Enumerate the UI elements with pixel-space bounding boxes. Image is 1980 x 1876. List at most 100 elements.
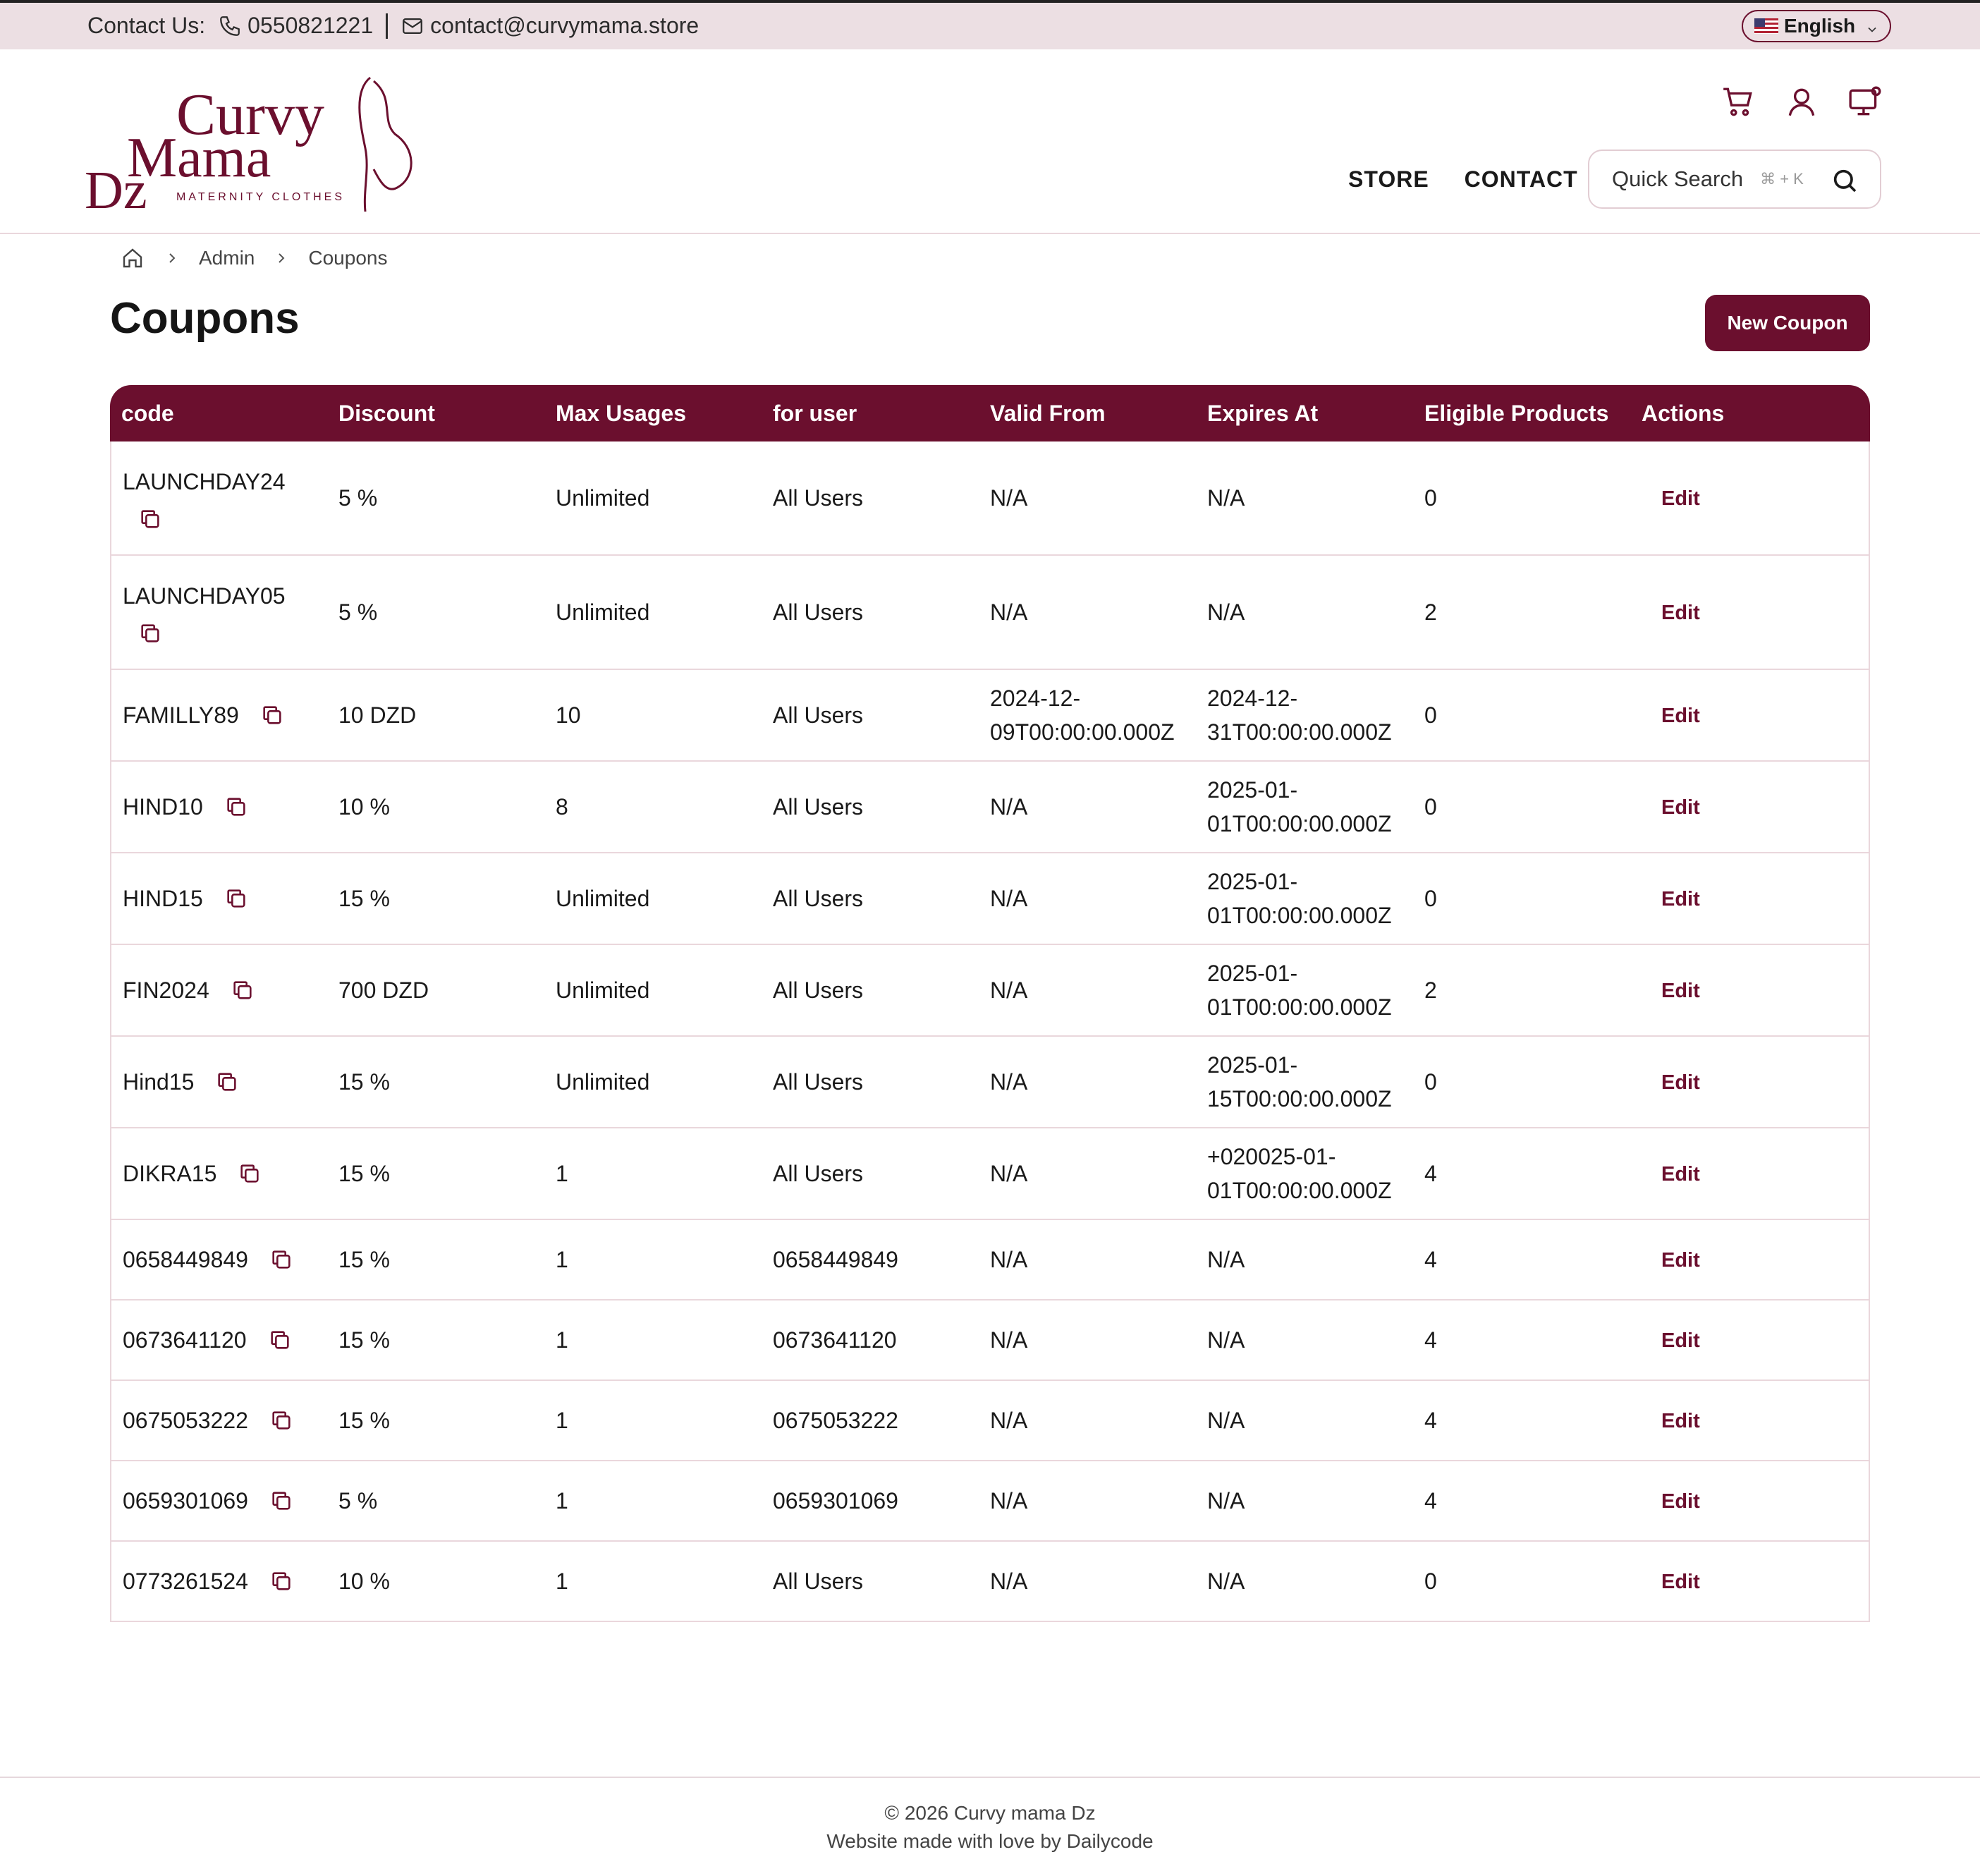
copy-icon[interactable] [224, 887, 248, 910]
admin-dashboard-icon[interactable] [1847, 85, 1883, 120]
cell-for-user: All Users [762, 1037, 979, 1128]
cell-for-user: All Users [762, 762, 979, 853]
coupon-code-cell: DIKRA15 [123, 1157, 262, 1190]
user-account-icon[interactable] [1784, 85, 1819, 120]
edit-coupon-link[interactable]: Edit [1661, 1071, 1700, 1094]
cell-code: HIND15 [110, 853, 327, 945]
table-row: 0658449849 15 % 1 0658449849 N/A N/A 4 Edit [110, 1220, 1870, 1301]
cell-eligible-products: 0 [1413, 762, 1630, 853]
copy-icon[interactable] [269, 1248, 293, 1272]
coupon-code: DIKRA15 [123, 1161, 217, 1186]
cell-discount: 15 % [327, 1301, 544, 1381]
cell-discount: 5 % [327, 1461, 544, 1542]
cell-for-user: All Users [762, 1542, 979, 1622]
new-coupon-button[interactable]: New Coupon [1705, 295, 1870, 351]
copy-icon[interactable] [269, 1408, 293, 1432]
edit-coupon-link[interactable]: Edit [1661, 980, 1700, 1002]
coupon-code: 0673641120 [123, 1327, 247, 1353]
edit-coupon-link[interactable]: Edit [1661, 1249, 1700, 1272]
cell-valid-from: N/A [979, 1542, 1196, 1622]
valid-from-part: N/A [990, 485, 1028, 511]
expires-part: 01T00:00:00.000Z [1207, 811, 1392, 836]
cart-icon[interactable] [1721, 85, 1756, 120]
expires-part: 01T00:00:00.000Z [1207, 903, 1392, 928]
copy-icon[interactable] [260, 703, 284, 727]
cell-for-user: All Users [762, 670, 979, 762]
cell-actions: Edit [1630, 1301, 1870, 1381]
copy-icon[interactable] [215, 1070, 239, 1094]
cell-max-usages: 1 [544, 1128, 762, 1220]
coupon-code-cell: 0658449849 [123, 1243, 293, 1277]
home-icon[interactable] [120, 245, 145, 271]
cell-valid-from: N/A [979, 853, 1196, 945]
contact-label: Contact Us: [87, 13, 206, 38]
cell-discount: 10 DZD [327, 670, 544, 762]
search-placeholder: Quick Search [1612, 166, 1744, 191]
coupon-code: 0658449849 [123, 1247, 248, 1272]
language-selector[interactable]: English [1742, 10, 1891, 42]
copy-icon[interactable] [269, 1569, 293, 1593]
valid-from-part: N/A [990, 1408, 1028, 1433]
edit-coupon-link[interactable]: Edit [1661, 602, 1700, 624]
contact-info: Contact Us: 0550821221 contact@curvymama… [87, 13, 699, 39]
edit-coupon-link[interactable]: Edit [1661, 1329, 1700, 1352]
copy-icon[interactable] [238, 1162, 262, 1186]
table-row: Hind15 15 % Unlimited All Users N/A 2025-01- 1… [110, 1037, 1870, 1128]
edit-coupon-link[interactable]: Edit [1661, 796, 1700, 819]
edit-coupon-link[interactable]: Edit [1661, 888, 1700, 910]
brand-logo[interactable]: Curvy Mama Dz MATERNITY CLOTHES [85, 71, 451, 212]
expires-part: 2024-12- [1207, 686, 1298, 711]
coupon-code-cell: FAMILLY89 [123, 698, 284, 732]
phone-number[interactable]: 0550821221 [248, 13, 373, 39]
quick-search-button[interactable]: Quick Search ⌘ + K [1588, 150, 1881, 209]
copy-icon[interactable] [138, 507, 162, 531]
edit-coupon-link[interactable]: Edit [1661, 1410, 1700, 1432]
cell-code: FAMILLY89 [110, 670, 327, 762]
cell-valid-from: N/A [979, 1128, 1196, 1220]
cell-expires-at: 2025-01- 01T00:00:00.000Z [1196, 853, 1413, 945]
cell-expires-at: 2025-01- 15T00:00:00.000Z [1196, 1037, 1413, 1128]
nav-contact-link[interactable]: CONTACT [1465, 166, 1578, 193]
copy-icon[interactable] [269, 1489, 293, 1513]
edit-coupon-link[interactable]: Edit [1661, 705, 1700, 727]
copy-icon[interactable] [231, 978, 255, 1002]
valid-from-part: N/A [990, 886, 1028, 911]
cell-discount: 5 % [327, 441, 544, 556]
expires-part: N/A [1207, 1569, 1245, 1594]
cell-for-user: All Users [762, 1128, 979, 1220]
coupon-code-cell: LAUNCHDAY24 [123, 465, 327, 531]
valid-from-part: N/A [990, 977, 1028, 1003]
cell-eligible-products: 0 [1413, 1542, 1630, 1622]
coupon-code-cell: LAUNCHDAY05 [123, 579, 327, 645]
coupon-code: HIND15 [123, 886, 203, 911]
site-footer: © 2026 Curvy mama Dz Website made with l… [0, 1777, 1980, 1876]
breadcrumb-admin[interactable]: Admin [199, 247, 255, 269]
cell-for-user: 0659301069 [762, 1461, 979, 1542]
expires-part: N/A [1207, 1327, 1245, 1353]
cell-eligible-products: 4 [1413, 1461, 1630, 1542]
edit-coupon-link[interactable]: Edit [1661, 487, 1700, 510]
edit-coupon-link[interactable]: Edit [1661, 1571, 1700, 1593]
email-address[interactable]: contact@curvymama.store [430, 13, 699, 39]
table-row: 0673641120 15 % 1 0673641120 N/A N/A 4 Edit [110, 1301, 1870, 1381]
coupon-code-cell: 0675053222 [123, 1403, 293, 1437]
us-flag-icon [1754, 18, 1778, 34]
cell-actions: Edit [1630, 1220, 1870, 1301]
valid-from-part: N/A [990, 1161, 1028, 1186]
coupon-code: LAUNCHDAY05 [123, 583, 286, 609]
logo-word-dz: Dz [85, 161, 147, 212]
edit-coupon-link[interactable]: Edit [1661, 1490, 1700, 1513]
copy-icon[interactable] [224, 795, 248, 819]
cell-expires-at: N/A [1196, 1381, 1413, 1461]
expires-part: +020025-01- [1207, 1144, 1336, 1169]
cell-eligible-products: 4 [1413, 1301, 1630, 1381]
cell-expires-at: N/A [1196, 441, 1413, 556]
edit-coupon-link[interactable]: Edit [1661, 1163, 1700, 1186]
copy-icon[interactable] [268, 1328, 292, 1352]
cell-actions: Edit [1630, 1461, 1870, 1542]
table-row: FIN2024 700 DZD Unlimited All Users N/A 2025-… [110, 945, 1870, 1037]
cell-code: LAUNCHDAY05 [110, 556, 327, 670]
nav-store-link[interactable]: STORE [1348, 166, 1429, 193]
cell-valid-from: 2024-12- 09T00:00:00.000Z [979, 670, 1196, 762]
copy-icon[interactable] [138, 621, 162, 645]
